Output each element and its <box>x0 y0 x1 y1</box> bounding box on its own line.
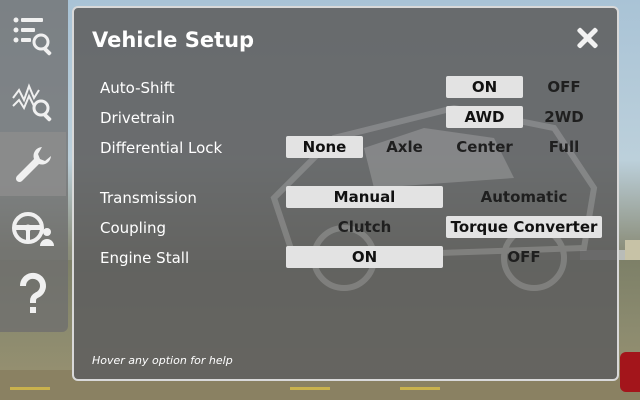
red-car <box>620 352 640 392</box>
steering-wheel-user-icon <box>12 212 54 246</box>
road-stripe <box>400 387 440 390</box>
drivetrain-2wd-option[interactable]: 2WD <box>526 106 602 128</box>
list-search-icon <box>13 17 52 56</box>
coupling-torque-converter-option[interactable]: Torque Converter <box>446 216 602 238</box>
road-stripe <box>290 387 330 390</box>
menu-item-help[interactable] <box>0 262 66 326</box>
transmission-label: Transmission <box>100 189 197 207</box>
engine-stall-on-option[interactable]: ON <box>286 246 443 268</box>
side-menu <box>0 0 68 332</box>
difflock-label: Differential Lock <box>100 139 223 157</box>
engine-stall-off-option[interactable]: OFF <box>446 246 602 268</box>
road-stripe <box>10 387 50 390</box>
transmission-automatic-option[interactable]: Automatic <box>446 186 602 208</box>
engine-stall-label: Engine Stall <box>100 249 190 267</box>
coupling-label: Coupling <box>100 219 167 237</box>
autoshift-off-option[interactable]: OFF <box>526 76 602 98</box>
difflock-center-option[interactable]: Center <box>446 136 523 158</box>
panel-title: Vehicle Setup <box>92 28 255 52</box>
coupling-clutch-option[interactable]: Clutch <box>286 216 443 238</box>
menu-item-controls[interactable] <box>0 196 66 260</box>
menu-item-list-search[interactable] <box>0 4 66 68</box>
vehicle-setup-panel: Vehicle Setup Auto-Shift ON OFF Drivetra… <box>72 6 619 381</box>
transmission-manual-option[interactable]: Manual <box>286 186 443 208</box>
drivetrain-label: Drivetrain <box>100 109 175 127</box>
menu-item-graph-search[interactable] <box>0 68 66 132</box>
drivetrain-awd-option[interactable]: AWD <box>446 106 523 128</box>
wrench-icon <box>15 147 51 183</box>
autoshift-label: Auto-Shift <box>100 79 175 97</box>
question-icon <box>19 272 46 313</box>
help-hint: Hover any option for help <box>92 354 233 367</box>
difflock-axle-option[interactable]: Axle <box>366 136 443 158</box>
close-button[interactable] <box>575 26 599 50</box>
difflock-none-option[interactable]: None <box>286 136 363 158</box>
difflock-full-option[interactable]: Full <box>526 136 602 158</box>
autoshift-on-option[interactable]: ON <box>446 76 523 98</box>
menu-item-vehicle-setup[interactable] <box>0 132 66 196</box>
graph-search-icon <box>12 83 52 122</box>
